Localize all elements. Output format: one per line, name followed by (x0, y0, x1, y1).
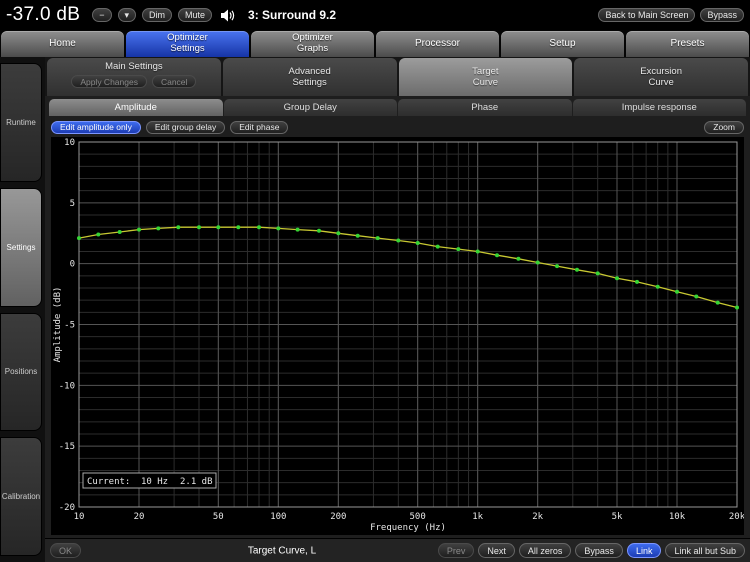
svg-text:Frequency (Hz): Frequency (Hz) (370, 523, 446, 533)
prev-button[interactable]: Prev (438, 543, 475, 558)
svg-text:10 Hz: 10 Hz (141, 477, 168, 487)
volume-menu-button[interactable]: ▾ (118, 8, 137, 22)
svg-text:2k: 2k (532, 512, 543, 522)
tab-target-curve-line1: Target (472, 66, 498, 77)
tab-optimizer-graphs-line1: Optimizer (292, 33, 333, 44)
main-nav: Home Optimizer Settings Optimizer Graphs… (0, 30, 750, 57)
tab-optimizer-settings-line2: Settings (170, 44, 204, 55)
tab-group-delay[interactable]: Group Delay (224, 99, 398, 116)
sidebar-item-calibration[interactable]: Calibration (0, 437, 42, 556)
tab-impulse-response[interactable]: Impulse response (573, 99, 747, 116)
svg-text:500: 500 (410, 512, 426, 522)
svg-text:50: 50 (213, 512, 224, 522)
sidebar-item-settings[interactable]: Settings (0, 188, 42, 307)
bottom-bar: OK Target Curve, L Prev Next All zeros B… (45, 538, 750, 562)
bottom-right-buttons: Prev Next All zeros Bypass Link Link all… (438, 543, 745, 558)
ok-button[interactable]: OK (50, 543, 81, 558)
tab-main-settings-label: Main Settings (105, 61, 163, 72)
svg-text:5: 5 (70, 199, 75, 209)
svg-text:5k: 5k (612, 512, 623, 522)
svg-text:Current:: Current: (87, 477, 130, 487)
svg-text:1k: 1k (472, 512, 483, 522)
svg-text:10k: 10k (669, 512, 686, 522)
zoom-button[interactable]: Zoom (704, 121, 744, 134)
link-all-but-sub-button[interactable]: Link all but Sub (665, 543, 745, 558)
svg-text:-20: -20 (59, 503, 75, 513)
svg-text:200: 200 (330, 512, 346, 522)
apply-changes-button[interactable]: Apply Changes (71, 75, 147, 88)
svg-text:0: 0 (70, 260, 75, 270)
back-to-main-screen-button[interactable]: Back to Main Screen (598, 8, 695, 22)
tab-optimizer-graphs[interactable]: Optimizer Graphs (251, 31, 374, 57)
tab-phase[interactable]: Phase (398, 99, 572, 116)
svg-text:2.1 dB: 2.1 dB (180, 477, 213, 487)
tab-amplitude[interactable]: Amplitude (49, 99, 223, 116)
sidebar-item-runtime[interactable]: Runtime (0, 63, 42, 182)
tab-excursion-curve[interactable]: Excursion Curve (574, 58, 748, 96)
speaker-icon (220, 9, 236, 22)
link-button[interactable]: Link (627, 543, 662, 558)
top-right-buttons: Back to Main Screen Bypass (598, 8, 744, 22)
dim-button[interactable]: Dim (142, 8, 172, 22)
edit-amplitude-only-button[interactable]: Edit amplitude only (51, 121, 141, 134)
curve-view-tab-row: Amplitude Group Delay Phase Impulse resp… (49, 99, 746, 116)
tab-optimizer-settings-line1: Optimizer (167, 33, 208, 44)
tab-home[interactable]: Home (1, 31, 124, 57)
tab-advanced-settings-line1: Advanced (288, 66, 330, 77)
current-channel-label: Target Curve, L (248, 545, 316, 556)
svg-text:Amplitude (dB): Amplitude (dB) (53, 287, 63, 363)
master-volume-display: -37.0 dB (6, 4, 80, 26)
top-bypass-button[interactable]: Bypass (700, 8, 744, 22)
tab-target-curve-line2: Curve (473, 77, 498, 88)
cancel-button[interactable]: Cancel (152, 75, 196, 88)
tab-optimizer-graphs-line2: Graphs (297, 44, 328, 55)
svg-text:100: 100 (270, 512, 286, 522)
settings-tab-row: Main Settings Apply Changes Cancel Advan… (45, 57, 750, 96)
tab-presets[interactable]: Presets (626, 31, 749, 57)
top-bar: -37.0 dB − ▾ Dim Mute 3: Surround 9.2 Ba… (0, 0, 750, 30)
target-curve-chart[interactable]: 1050-5-10-15-201020501002005001k2k5k10k2… (51, 137, 744, 535)
edit-mode-row: Edit amplitude only Edit group delay Edi… (51, 119, 744, 135)
tab-excursion-curve-line2: Curve (648, 77, 673, 88)
preset-title: 3: Surround 9.2 (248, 8, 336, 22)
mute-button[interactable]: Mute (178, 8, 212, 22)
tab-target-curve[interactable]: Target Curve (399, 58, 573, 96)
content-area: Main Settings Apply Changes Cancel Advan… (45, 57, 750, 562)
all-zeros-button[interactable]: All zeros (519, 543, 572, 558)
svg-text:-15: -15 (59, 442, 75, 452)
sidebar-item-positions[interactable]: Positions (0, 313, 42, 432)
volume-down-button[interactable]: − (92, 8, 111, 22)
svg-text:10: 10 (74, 512, 85, 522)
edit-group-delay-button[interactable]: Edit group delay (146, 121, 225, 134)
tab-setup[interactable]: Setup (501, 31, 624, 57)
tab-advanced-settings[interactable]: Advanced Settings (223, 58, 397, 96)
svg-text:-5: -5 (64, 321, 75, 331)
svg-text:10: 10 (64, 138, 75, 148)
target-curve-plot[interactable]: 1050-5-10-15-201020501002005001k2k5k10k2… (51, 137, 744, 535)
svg-text:-10: -10 (59, 381, 75, 391)
main-settings-buttons: Apply Changes Cancel (71, 75, 196, 88)
sidebar: Runtime Settings Positions Calibration (0, 57, 45, 562)
tab-main-settings[interactable]: Main Settings Apply Changes Cancel (47, 58, 221, 96)
bypass-button[interactable]: Bypass (575, 543, 623, 558)
svg-text:20k: 20k (729, 512, 744, 522)
tab-excursion-curve-line1: Excursion (640, 66, 682, 77)
svg-text:20: 20 (134, 512, 145, 522)
tab-optimizer-settings[interactable]: Optimizer Settings (126, 31, 249, 57)
tab-processor[interactable]: Processor (376, 31, 499, 57)
edit-phase-button[interactable]: Edit phase (230, 121, 288, 134)
tab-advanced-settings-line2: Settings (292, 77, 326, 88)
next-button[interactable]: Next (478, 543, 515, 558)
